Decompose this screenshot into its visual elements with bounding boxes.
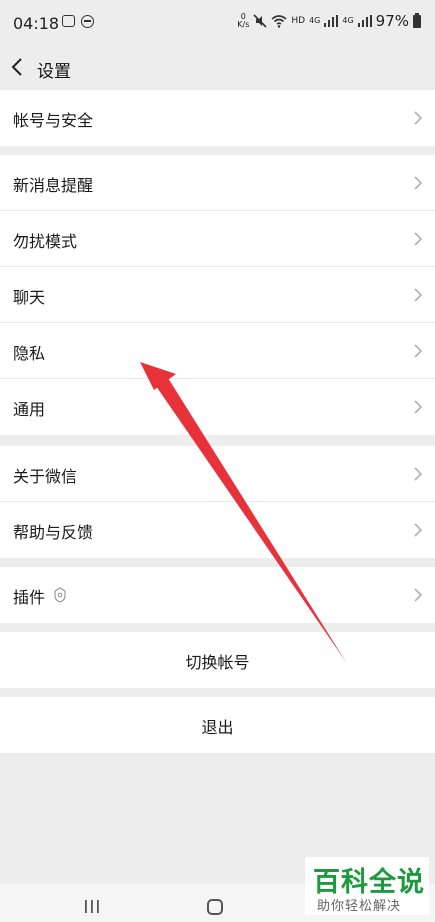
network-speed: 0 K/s [237, 13, 249, 29]
row-label: 隐私 [13, 344, 46, 363]
row-new-message-notifications[interactable]: 新消息提醒 [0, 155, 435, 211]
network-speed-unit: K/s [237, 20, 250, 29]
header: 设置 [0, 46, 435, 90]
voicemail-icon [62, 15, 75, 27]
row-label: 新消息提醒 [13, 176, 94, 195]
chevron-right-icon [414, 111, 423, 125]
hd-label: HD [291, 16, 306, 26]
row-account-security[interactable]: 帐号与安全 [0, 90, 435, 146]
status-right: 0 K/s HD 4G 4G 97% [237, 12, 421, 30]
recent-apps-icon[interactable] [83, 899, 101, 914]
row-label: 勿扰模式 [13, 232, 78, 251]
plugin-badge-icon [54, 587, 66, 603]
switch-account-label: 切换帐号 [185, 653, 250, 672]
chevron-right-icon [414, 400, 423, 414]
row-general[interactable]: 通用 [0, 379, 435, 435]
chevron-right-icon [414, 232, 423, 246]
row-chat[interactable]: 聊天 [0, 267, 435, 323]
row-privacy[interactable]: 隐私 [0, 323, 435, 379]
row-help-feedback[interactable]: 帮助与反馈 [0, 502, 435, 558]
lte-label-2: 4G [342, 16, 354, 25]
watermark-main: 百科全说 [313, 867, 425, 898]
chevron-right-icon [414, 344, 423, 358]
row-about-wechat[interactable]: 关于微信 [0, 446, 435, 502]
row-plugins[interactable]: 插件 [0, 567, 435, 623]
row-label: 插件 [13, 588, 46, 607]
row-label: 通用 [13, 400, 46, 419]
status-left-icons [62, 15, 94, 28]
settings-group-main: 新消息提醒 勿扰模式 聊天 隐私 通用 [0, 155, 435, 435]
row-label: 帐号与安全 [13, 111, 94, 130]
row-label: 聊天 [13, 288, 46, 307]
settings-group-plugins: 插件 [0, 567, 435, 623]
row-do-not-disturb[interactable]: 勿扰模式 [0, 211, 435, 267]
logout-label: 退出 [201, 718, 234, 737]
watermark-logo: 百科全说 助你轻松解决 [305, 857, 429, 915]
home-icon[interactable] [207, 899, 223, 915]
chevron-right-icon [414, 467, 423, 481]
row-label: 关于微信 [13, 467, 78, 486]
lte-label-1: 4G [309, 16, 321, 25]
row-label: 帮助与反馈 [13, 523, 94, 542]
battery-icon [413, 12, 421, 28]
mute-icon [253, 14, 267, 28]
switch-account-button[interactable]: 切换帐号 [0, 632, 435, 688]
status-bar: 04:18 0 K/s HD 4G 4G 97% [0, 0, 435, 46]
logout-button[interactable]: 退出 [0, 697, 435, 753]
do-not-disturb-icon [81, 15, 94, 28]
page-title: 设置 [37, 62, 71, 82]
status-time: 04:18 [13, 14, 60, 33]
signal-icon [357, 15, 372, 27]
chevron-right-icon [414, 588, 423, 602]
settings-group-account: 帐号与安全 [0, 90, 435, 146]
chevron-right-icon [414, 288, 423, 302]
chevron-right-icon [414, 523, 423, 537]
back-arrow-icon[interactable] [8, 56, 30, 78]
signal-icon [324, 15, 339, 27]
wifi-icon [271, 15, 287, 28]
battery-percent: 97% [375, 12, 409, 30]
watermark-sub: 助你轻松解决 [317, 899, 402, 914]
chevron-right-icon [414, 176, 423, 190]
settings-group-about: 关于微信 帮助与反馈 [0, 446, 435, 558]
